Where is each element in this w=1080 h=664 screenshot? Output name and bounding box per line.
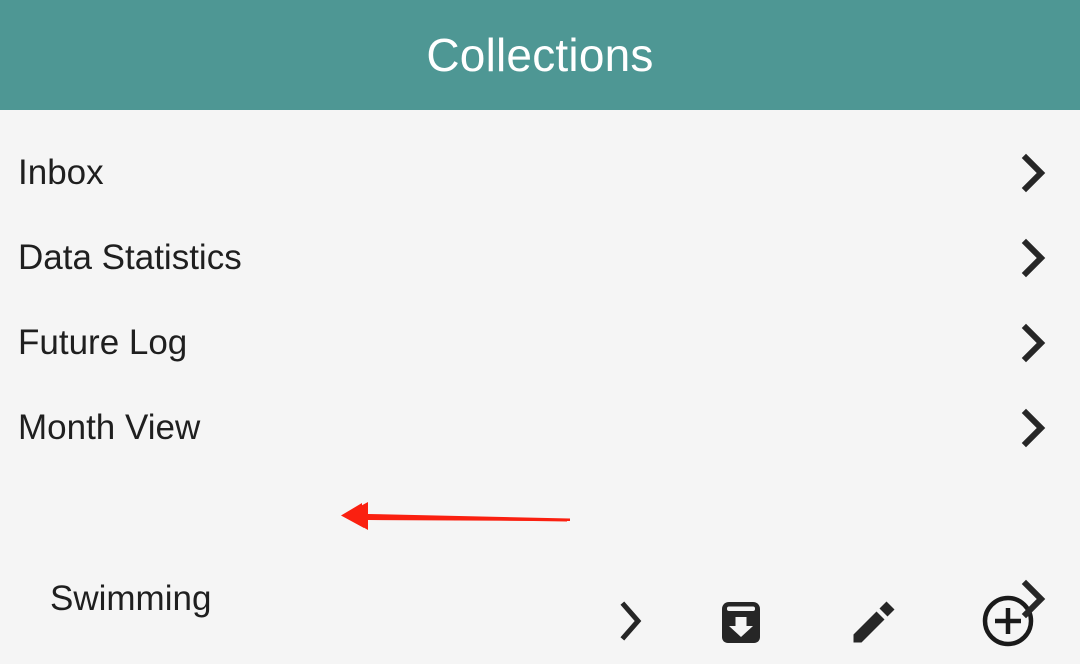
collections-list: Inbox Data Statistics Future Log Month V… bbox=[0, 110, 1080, 648]
chevron-right-icon[interactable] bbox=[1021, 238, 1047, 278]
list-item[interactable]: Data Statistics bbox=[0, 215, 1080, 300]
app-header: Collections bbox=[0, 0, 1080, 110]
list-item-label: Inbox bbox=[18, 153, 104, 192]
list-item[interactable]: Inbox bbox=[0, 130, 1080, 215]
list-item-label: Future Log bbox=[18, 323, 188, 362]
list-item[interactable]: Swimming bbox=[0, 556, 1080, 641]
list-item-label: Month View bbox=[18, 408, 201, 447]
chevron-right-icon[interactable] bbox=[1021, 153, 1047, 193]
list-item-label: Swimming bbox=[50, 579, 212, 618]
collections-screen: Collections Inbox Data Statistics Future… bbox=[0, 0, 1080, 648]
page-title: Collections bbox=[426, 29, 654, 81]
list-item-label: Data Statistics bbox=[18, 238, 242, 277]
chevron-right-icon[interactable] bbox=[1021, 579, 1047, 619]
chevron-right-icon[interactable] bbox=[1021, 408, 1047, 448]
chevron-right-icon[interactable] bbox=[1021, 323, 1047, 363]
list-item[interactable]: Future Log bbox=[0, 300, 1080, 385]
list-item[interactable]: Month View bbox=[0, 385, 1080, 470]
